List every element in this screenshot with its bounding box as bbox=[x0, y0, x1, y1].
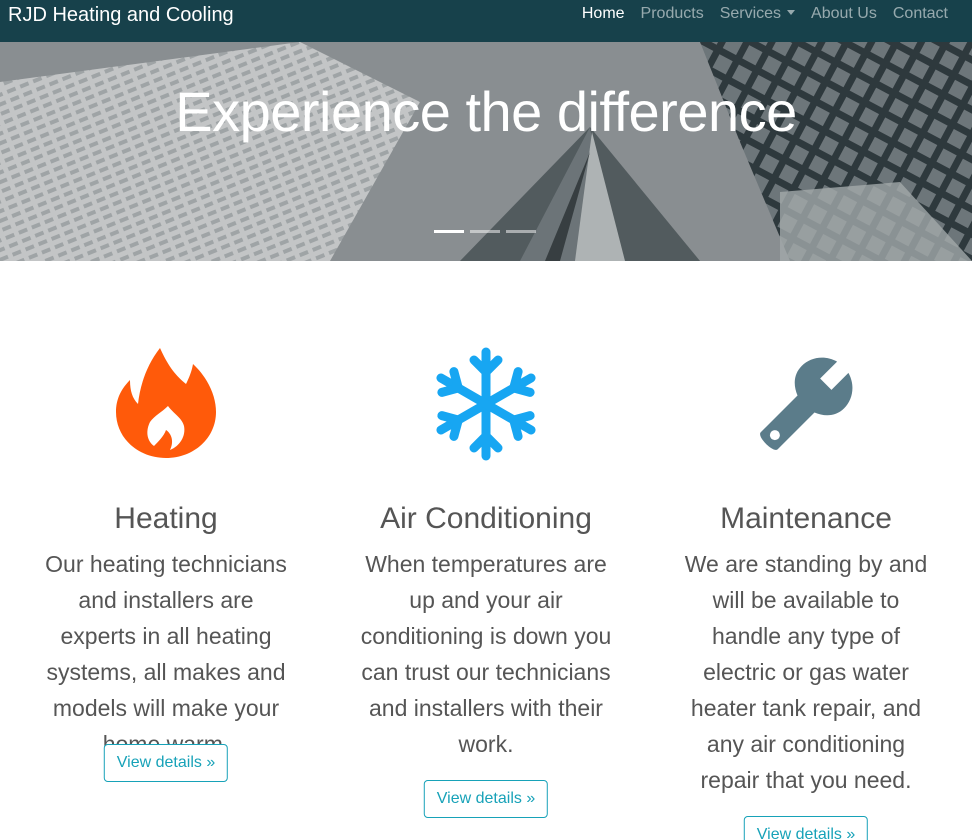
nav-home[interactable]: Home bbox=[574, 4, 633, 24]
navbar: RJD Heating and Cooling Home Products Se… bbox=[0, 0, 972, 42]
nav-products[interactable]: Products bbox=[633, 4, 712, 24]
carousel-indicator-3[interactable] bbox=[506, 230, 536, 233]
feature-description: Our heating technicians and installers a… bbox=[45, 551, 287, 757]
feature-heading: Air Conditioning bbox=[380, 502, 592, 535]
feature-description: We are standing by and will be available… bbox=[684, 551, 928, 793]
feature-heading: Heating bbox=[114, 502, 218, 535]
nav-menu: Home Products Services About Us Contact bbox=[574, 4, 956, 24]
carousel-indicator-1[interactable] bbox=[434, 230, 464, 233]
nav-services-dropdown[interactable]: Services bbox=[712, 4, 803, 24]
brand-link[interactable]: RJD Heating and Cooling bbox=[8, 2, 234, 28]
nav-contact[interactable]: Contact bbox=[885, 4, 956, 24]
carousel-indicators bbox=[434, 230, 536, 233]
heating-view-details-button[interactable]: View details » bbox=[103, 744, 229, 782]
nav-about[interactable]: About Us bbox=[803, 4, 885, 24]
wrench-icon bbox=[656, 346, 956, 462]
caret-down-icon bbox=[787, 10, 796, 15]
carousel-indicator-2[interactable] bbox=[470, 230, 500, 233]
feature-heating: Heating Our heating technicians and inst… bbox=[16, 346, 316, 782]
maintenance-view-details-button[interactable]: View details » bbox=[743, 816, 869, 840]
nav-services-label: Services bbox=[719, 5, 782, 22]
hero-carousel: Experience the difference bbox=[0, 42, 972, 261]
hero-background-image bbox=[0, 42, 972, 261]
fire-icon bbox=[16, 346, 316, 462]
hero-title: Experience the difference bbox=[175, 80, 797, 143]
feature-heading: Maintenance bbox=[720, 502, 892, 535]
snowflake-icon bbox=[336, 346, 636, 462]
feature-maintenance: Maintenance We are standing by and will … bbox=[656, 346, 956, 840]
air-conditioning-view-details-button[interactable]: View details » bbox=[423, 780, 549, 818]
feature-description: When temperatures are up and your air co… bbox=[360, 551, 612, 757]
feature-air-conditioning: Air Conditioning When temperatures are u… bbox=[336, 346, 636, 818]
